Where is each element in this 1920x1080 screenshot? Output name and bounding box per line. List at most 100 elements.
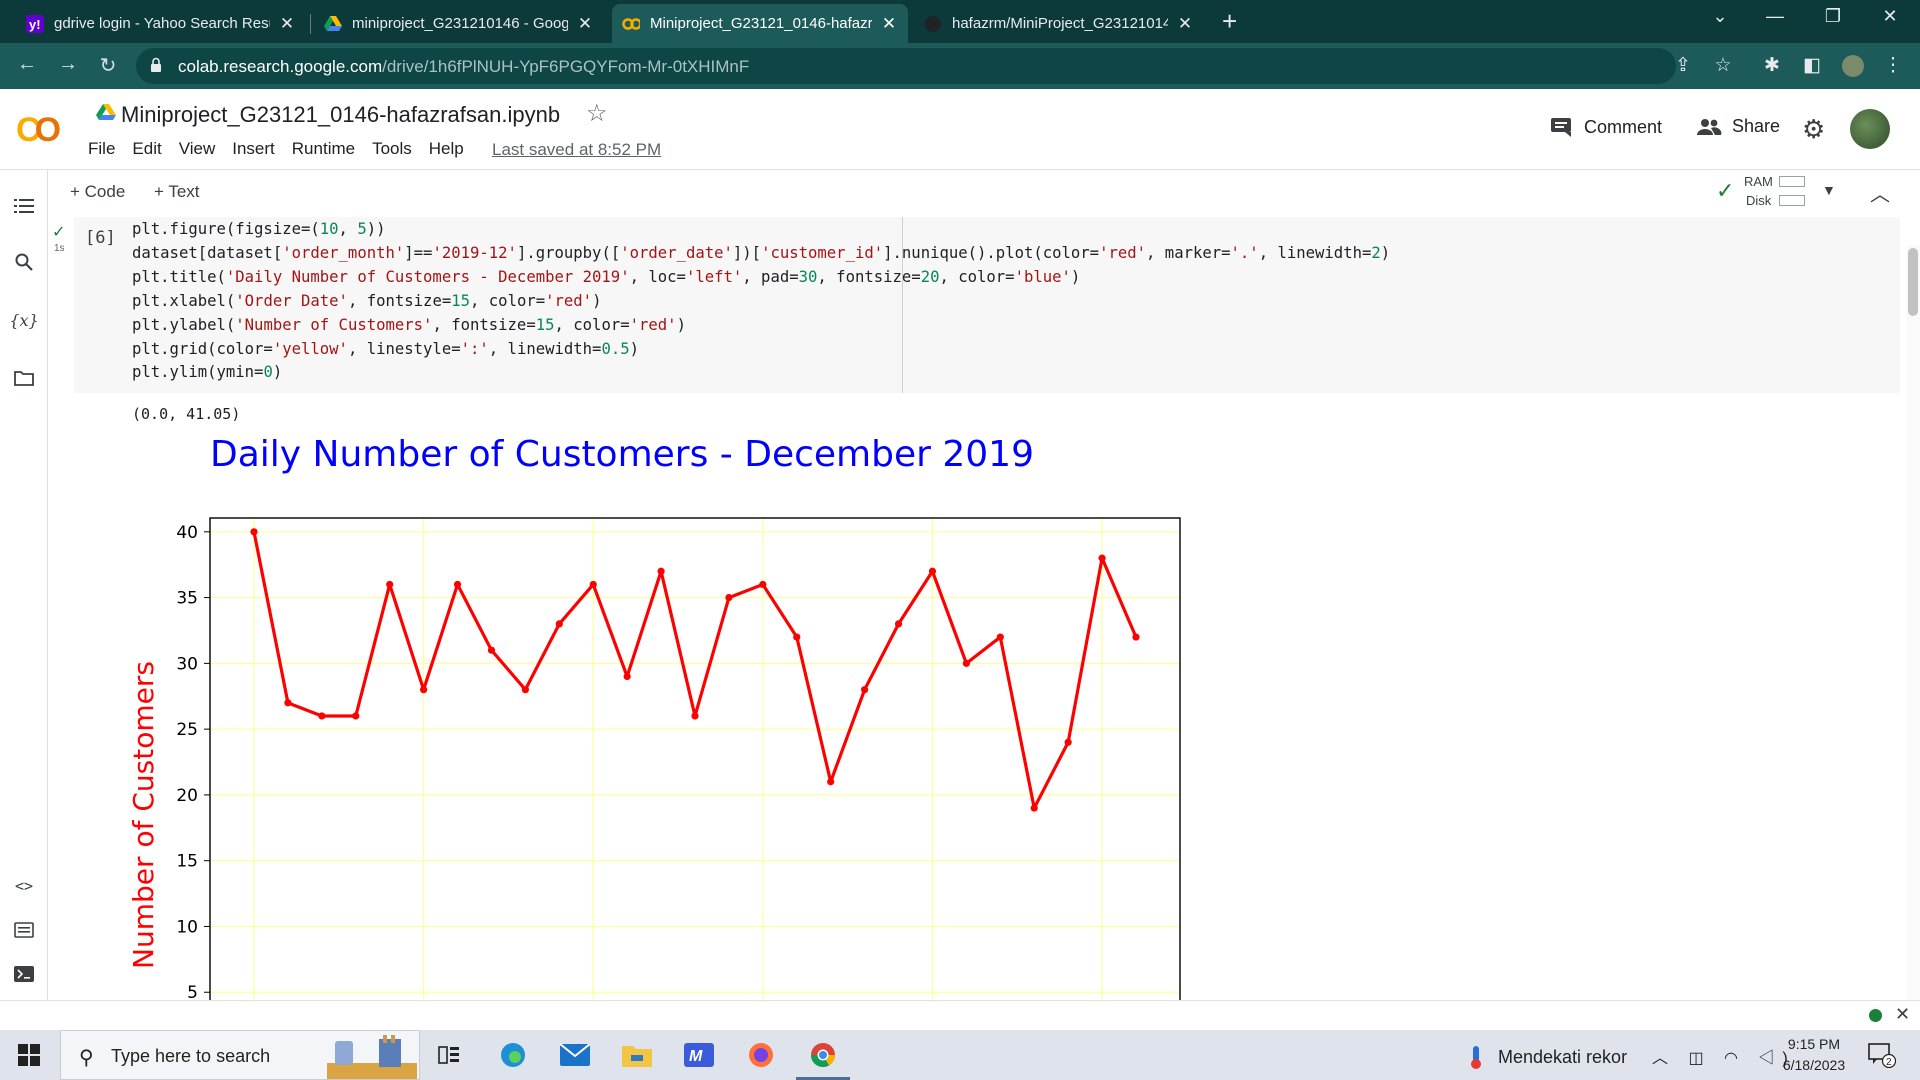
close-tab-icon[interactable]: ✕ [880,14,898,34]
add-code-cell-button[interactable]: + Code [70,182,125,202]
bookmark-star-icon[interactable]: ☆ [1708,54,1738,77]
code-editor[interactable]: plt.figure(figsize=(10, 5)) dataset[data… [132,218,1390,385]
browser-tab-github[interactable]: hafazrm/MiniProject_G23121014 ✕ [914,4,1204,43]
search-placeholder: Type here to search [111,1046,271,1066]
close-tab-icon[interactable]: ✕ [576,14,594,34]
y-tick-label: 20 [176,786,198,806]
star-icon[interactable]: ☆ [586,99,608,128]
clock-time[interactable]: 9:15 PM [1786,1036,1842,1052]
search-icon[interactable] [12,250,36,274]
lock-icon [151,57,161,72]
data-point [759,580,767,589]
people-icon [1697,118,1722,135]
google-drive-icon [324,15,342,33]
terminal-icon[interactable] [12,962,36,986]
disk-label[interactable]: Disk [1746,193,1771,208]
code-snippets-icon[interactable]: <> [12,874,36,898]
menu-view[interactable]: View [179,139,216,159]
ram-meter[interactable] [1779,176,1805,187]
address-bar[interactable]: colab.research.google.com/drive/1h6fPlNU… [136,48,1676,84]
code-line: plt.figure(figsize=(10, 5)) [132,220,386,238]
profile-avatar-icon[interactable] [1838,54,1868,84]
browser-tab-drive[interactable]: miniproject_G231210146 - Googl ✕ [314,4,604,43]
taskbar-search-box[interactable]: ⚲ Type here to search [60,1030,420,1080]
scrollbar-thumb[interactable] [1908,248,1918,316]
comment-button[interactable]: Comment [1550,116,1662,138]
table-of-contents-icon[interactable] [12,194,36,218]
data-point [996,633,1004,641]
runtime-dropdown-icon[interactable]: ▼ [1822,182,1836,198]
firefox-icon[interactable] [744,1038,778,1072]
disk-meter[interactable] [1779,195,1805,206]
url-text: colab.research.google.com/drive/1h6fPlNU… [178,57,749,77]
scrollbar-track[interactable] [1906,245,1920,1000]
files-folder-icon[interactable] [12,366,36,390]
run-success-icon[interactable]: ✓ [52,222,65,242]
variables-icon[interactable]: {x} [9,308,38,332]
colab-logo[interactable]: CO [16,111,61,150]
notebook-title[interactable]: Miniproject_G23121_0146-hafazrafsan.ipyn… [121,102,560,128]
comment-label: Comment [1584,116,1663,137]
data-point [793,633,801,641]
minimize-icon[interactable]: — [1755,6,1795,27]
y-tick-label: 15 [176,852,198,872]
colab-header: CO Miniproject_G23121_0146-hafazrafsan.i… [0,89,1920,170]
close-status-icon[interactable]: ✕ [1895,1004,1910,1025]
menu-file[interactable]: File [88,139,115,159]
y-tick-label: 40 [176,523,198,543]
browser-tab-yahoo[interactable]: y! gdrive login - Yahoo Search Resu ✕ [16,4,306,43]
svg-text:M: M [689,1048,703,1065]
menu-tools[interactable]: Tools [372,139,412,159]
close-window-icon[interactable]: ✕ [1870,6,1910,27]
data-point [521,686,529,694]
windows-start-icon[interactable] [18,1044,40,1066]
browser-toolbar: ← → ↻ colab.research.google.com/drive/1h… [0,43,1920,89]
url-path: /drive/1h6fPlNUH-YpF6PGQYFom-Mr-0tXHIMnF [382,57,750,76]
chrome-icon[interactable] [806,1038,840,1072]
menu-insert[interactable]: Insert [232,139,275,159]
share-page-icon[interactable]: ⇪ [1668,54,1698,77]
tab-search-icon[interactable]: ⌄ [1700,6,1740,27]
menu-runtime[interactable]: Runtime [292,139,355,159]
last-saved-link[interactable]: Last saved at 8:52 PM [492,140,661,160]
forward-icon[interactable]: → [54,53,82,76]
tab-separator [310,14,311,34]
data-point [657,567,665,575]
back-icon[interactable]: ← [13,53,41,76]
menu-edit[interactable]: Edit [132,139,161,159]
side-panel-icon[interactable]: ◧ [1797,54,1827,77]
menu-help[interactable]: Help [429,139,464,159]
tab-title: hafazrm/MiniProject_G23121014 [952,15,1168,32]
ram-label[interactable]: RAM [1744,174,1773,189]
command-palette-icon[interactable] [12,918,36,942]
data-point [725,593,733,602]
extensions-icon[interactable]: ✱ [1757,54,1787,77]
y-tick-label: 30 [176,654,198,674]
chart-output: Daily Number of Customers - December 201… [130,430,1190,1000]
notification-icon[interactable]: 2 [1868,1042,1897,1074]
add-text-cell-button[interactable]: + Text [154,182,200,202]
close-tab-icon[interactable]: ✕ [278,14,296,34]
data-point [250,528,258,536]
code-line: plt.title('Daily Number of Customers - D… [132,267,1081,286]
edge-browser-icon[interactable] [496,1038,530,1072]
mail-icon[interactable] [558,1038,592,1072]
collapse-header-icon[interactable]: ︿ [1870,178,1890,207]
weather-widget[interactable]: Mendekati rekor [1466,1044,1627,1070]
new-tab-button[interactable]: + [1222,6,1237,37]
reload-icon[interactable]: ↻ [94,53,122,78]
file-explorer-icon[interactable] [620,1038,654,1072]
restore-icon[interactable]: ❐ [1813,6,1853,27]
clock-date[interactable]: 6/18/2023 [1774,1057,1854,1073]
close-tab-icon[interactable]: ✕ [1176,14,1194,34]
user-avatar[interactable] [1850,109,1890,149]
browser-tab-colab[interactable]: Miniproject_G23121_0146-hafazr ✕ [612,4,908,43]
notebook-toolbar: + Code + Text [0,170,1920,215]
settings-gear-icon[interactable]: ⚙ [1802,114,1825,145]
monday-app-icon[interactable]: M [682,1038,716,1072]
status-indicator-icon[interactable] [1869,1009,1882,1022]
task-view-icon[interactable] [432,1038,466,1072]
data-point [1098,554,1106,562]
browser-menu-icon[interactable]: ⋮ [1878,54,1908,77]
share-button[interactable]: Share [1696,116,1780,137]
